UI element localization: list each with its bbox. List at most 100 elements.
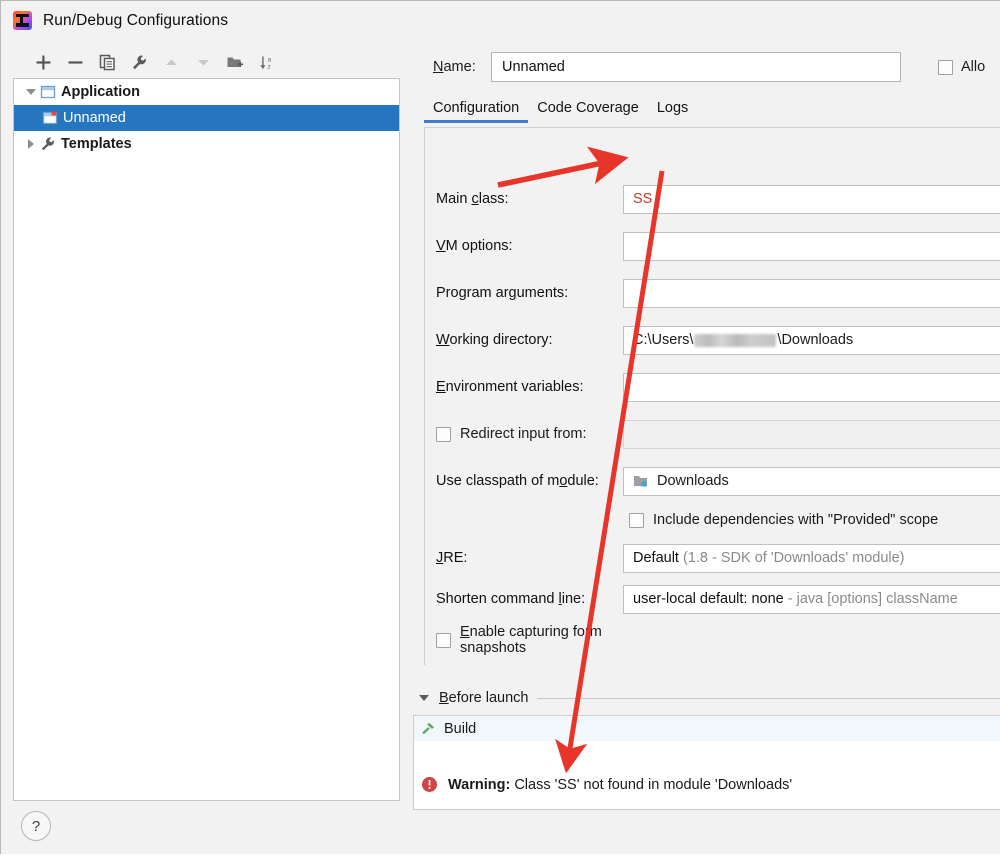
tree-item-label: Application bbox=[61, 84, 140, 100]
environment-variables-input[interactable] bbox=[623, 372, 1000, 402]
title-bar: Run/Debug Configurations bbox=[1, 1, 1000, 40]
configurations-panel: a z Application Unnamed Templates bbox=[13, 46, 400, 801]
name-input-value: Unnamed bbox=[502, 59, 565, 75]
window-title: Run/Debug Configurations bbox=[43, 11, 229, 29]
checkbox-box bbox=[938, 59, 953, 75]
shorten-command-line-combo[interactable]: user-local default: none - java [options… bbox=[623, 584, 1000, 614]
configuration-form: Main class: SS VM options: Program argum… bbox=[424, 128, 1000, 665]
before-launch-list[interactable]: Build bbox=[413, 715, 1000, 810]
before-launch-item-build[interactable]: Build bbox=[414, 716, 1000, 741]
remove-configuration-button[interactable] bbox=[59, 48, 91, 76]
collapse-triangle-icon bbox=[419, 695, 429, 701]
environment-variables-row: Environment variables: bbox=[425, 372, 1000, 402]
tab-configuration[interactable]: Configuration bbox=[424, 98, 529, 123]
checkbox-box bbox=[629, 512, 644, 528]
working-directory-input[interactable]: C:\Users\ \Downloads bbox=[623, 325, 1000, 355]
intellij-idea-logo-icon bbox=[13, 11, 32, 30]
jre-combo[interactable]: Default (1.8 - SDK of 'Downloads' module… bbox=[623, 543, 1000, 573]
svg-text:a: a bbox=[267, 56, 271, 63]
tree-item-templates[interactable]: Templates bbox=[14, 131, 399, 157]
configurations-tree[interactable]: Application Unnamed Templates bbox=[13, 78, 400, 801]
checkbox-box bbox=[436, 632, 451, 648]
jre-label: JRE: bbox=[436, 550, 468, 566]
include-provided-label: Include dependencies with "Provided" sco… bbox=[653, 512, 939, 528]
redirect-input-row: Redirect input from: bbox=[425, 419, 1000, 449]
error-circle-icon bbox=[422, 777, 437, 792]
before-launch-title: Before launch bbox=[439, 690, 529, 706]
before-launch-header[interactable]: Before launch bbox=[413, 685, 1000, 711]
vm-options-row: VM options: bbox=[425, 231, 1000, 261]
minus-icon bbox=[68, 60, 82, 64]
expand-toggle-templates[interactable] bbox=[22, 135, 40, 153]
program-arguments-row: Program arguments: bbox=[425, 278, 1000, 308]
enable-snapshots-checkbox[interactable]: Enable capturing form snapshots bbox=[425, 624, 623, 656]
before-launch-item-label: Build bbox=[444, 720, 477, 737]
main-class-row: Main class: SS bbox=[425, 184, 1000, 214]
main-class-value: SS bbox=[633, 191, 653, 207]
redirect-input-label: Redirect input from: bbox=[460, 426, 587, 442]
program-arguments-label: Program arguments: bbox=[436, 285, 569, 301]
jre-value-detail: (1.8 - SDK of 'Downloads' module) bbox=[682, 550, 905, 566]
allow-parallel-run-checkbox[interactable]: Allo bbox=[938, 59, 985, 75]
warning-message: Warning: Class 'SS' not found in module … bbox=[448, 777, 792, 793]
arrow-down-icon bbox=[197, 59, 209, 65]
redirect-input-path-input[interactable] bbox=[623, 419, 1000, 449]
name-row: Name: Unnamed Allo bbox=[401, 51, 1000, 83]
redacted-username bbox=[694, 333, 777, 347]
editor-tabs: Configuration Code Coverage Logs bbox=[424, 98, 1000, 129]
tree-item-unnamed[interactable]: Unnamed bbox=[14, 105, 399, 131]
wrench-icon bbox=[41, 137, 54, 151]
expand-toggle-application[interactable] bbox=[22, 83, 40, 101]
include-provided-row: Include dependencies with "Provided" sco… bbox=[425, 505, 1000, 535]
svg-text:z: z bbox=[267, 63, 270, 70]
move-up-button[interactable] bbox=[155, 48, 187, 76]
redirect-input-checkbox[interactable]: Redirect input from: bbox=[425, 426, 623, 442]
program-arguments-input[interactable] bbox=[623, 278, 1000, 308]
warning-prefix: Warning: bbox=[448, 776, 511, 793]
working-directory-prefix: C:\Users\ bbox=[633, 332, 694, 348]
folder-add-icon bbox=[227, 57, 243, 67]
name-input[interactable]: Unnamed bbox=[491, 52, 901, 82]
classpath-module-combo[interactable]: Downloads bbox=[623, 466, 1000, 496]
jre-row: JRE: Default (1.8 - SDK of 'Downloads' m… bbox=[425, 543, 1000, 573]
warning-detail: Class 'SS' not found in module 'Download… bbox=[514, 776, 793, 793]
sort-az-icon: a z bbox=[259, 56, 271, 70]
shorten-command-line-label: Shorten command line: bbox=[436, 591, 586, 607]
arrow-up-icon bbox=[165, 59, 177, 65]
vm-options-input[interactable] bbox=[623, 231, 1000, 261]
add-configuration-button[interactable] bbox=[27, 48, 59, 76]
plus-icon bbox=[36, 55, 50, 69]
help-button[interactable]: ? bbox=[21, 811, 51, 841]
new-folder-button[interactable] bbox=[219, 48, 251, 76]
move-down-button[interactable] bbox=[187, 48, 219, 76]
tree-item-label: Unnamed bbox=[63, 110, 126, 126]
checkbox-box bbox=[436, 426, 451, 442]
enable-snapshots-row: Enable capturing form snapshots bbox=[425, 624, 1000, 656]
classpath-module-label: Use classpath of module: bbox=[436, 473, 599, 489]
jre-value: Default bbox=[633, 550, 679, 566]
hammer-icon bbox=[422, 722, 434, 734]
include-provided-checkbox[interactable]: Include dependencies with "Provided" sco… bbox=[623, 512, 1000, 528]
run-debug-configurations-dialog: Run/Debug Configurations a z Application… bbox=[0, 0, 1000, 854]
main-class-input[interactable]: SS bbox=[623, 184, 1000, 214]
allow-parallel-run-label: Allo bbox=[961, 59, 986, 75]
application-window-icon bbox=[40, 85, 56, 99]
classpath-module-row: Use classpath of module: Downloads bbox=[425, 466, 1000, 496]
working-directory-label: Working directory: bbox=[436, 332, 553, 348]
classpath-module-value: Downloads bbox=[657, 473, 729, 489]
copy-icon bbox=[99, 54, 115, 70]
vm-options-label: VM options: bbox=[436, 238, 513, 254]
enable-snapshots-label: Enable capturing form snapshots bbox=[460, 624, 602, 656]
copy-configuration-button[interactable] bbox=[91, 48, 123, 76]
tree-item-application[interactable]: Application bbox=[14, 79, 399, 105]
working-directory-row: Working directory: C:\Users\ \Downloads bbox=[425, 325, 1000, 355]
tab-code-coverage[interactable]: Code Coverage bbox=[528, 98, 648, 123]
working-directory-suffix: \Downloads bbox=[777, 332, 854, 348]
module-folder-icon bbox=[634, 476, 647, 487]
edit-templates-button[interactable] bbox=[123, 48, 155, 76]
tab-logs[interactable]: Logs bbox=[648, 98, 697, 123]
main-class-label: Main class: bbox=[436, 191, 509, 207]
configurations-toolbar: a z bbox=[13, 46, 400, 78]
sort-alphabetically-button[interactable]: a z bbox=[251, 48, 283, 76]
name-label: Name: bbox=[433, 59, 476, 75]
